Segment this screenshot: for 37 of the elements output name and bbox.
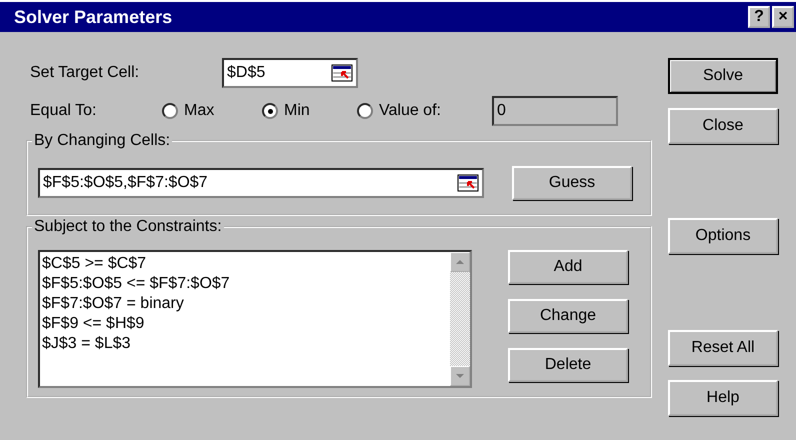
target-cell-field[interactable]: $D$5 xyxy=(222,58,358,88)
radio-button[interactable] xyxy=(262,103,278,119)
list-item[interactable]: $F$9 <= $H$9 xyxy=(42,314,448,334)
radio-label[interactable]: Max xyxy=(184,102,214,120)
list-item[interactable]: $J$3 = $L$3 xyxy=(42,334,448,354)
scroll-down-icon[interactable] xyxy=(450,366,470,386)
radio-label[interactable]: Value of: xyxy=(379,102,441,120)
dialog-button[interactable]: Help xyxy=(668,380,778,416)
radio-button[interactable] xyxy=(162,103,178,119)
cell-picker-icon[interactable] xyxy=(331,64,353,82)
constraint-button[interactable]: Delete xyxy=(508,348,628,382)
list-item[interactable]: $F$5:$O$5 <= $F$7:$O$7 xyxy=(42,274,448,294)
field-value: $F$5:$O$5,$F$7:$O$7 xyxy=(43,174,208,192)
cell-picker-icon[interactable] xyxy=(457,174,479,192)
dialog-button[interactable]: Options xyxy=(668,218,778,254)
list-item[interactable]: $F$7:$O$7 = binary xyxy=(42,294,448,314)
field-value: $D$5 xyxy=(227,64,266,82)
group-label: Subject to the Constraints: xyxy=(33,218,223,236)
scroll-bar[interactable] xyxy=(450,252,470,386)
window-title: Solver Parameters xyxy=(14,6,172,28)
radio-button[interactable] xyxy=(357,103,373,119)
field-label: Set Target Cell: xyxy=(30,64,140,82)
value-field[interactable]: 0 xyxy=(492,96,618,126)
group-label: By Changing Cells: xyxy=(33,132,172,150)
guess-button[interactable]: Guess xyxy=(512,166,632,200)
dialog-button[interactable]: Solve xyxy=(668,58,778,94)
help-button[interactable]: ? xyxy=(748,6,770,28)
list-item[interactable]: $C$5 >= $C$7 xyxy=(42,254,448,274)
dialog-button[interactable]: Close xyxy=(668,108,778,144)
scroll-up-icon[interactable] xyxy=(450,252,470,272)
field-label: Equal To: xyxy=(30,102,98,120)
changing-cells-field[interactable]: $F$5:$O$5,$F$7:$O$7 xyxy=(38,168,484,198)
constraint-button[interactable]: Add xyxy=(508,250,628,284)
radio-label[interactable]: Min xyxy=(284,102,310,120)
dialog-button[interactable]: Reset All xyxy=(668,330,778,366)
close-button[interactable]: × xyxy=(772,6,794,28)
constraint-button[interactable]: Change xyxy=(508,299,628,333)
